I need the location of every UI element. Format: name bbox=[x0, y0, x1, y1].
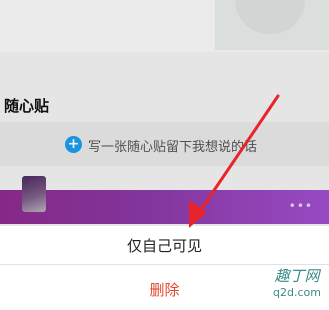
sheet-divider bbox=[0, 264, 329, 265]
watermark-brand: 趣丁网 bbox=[274, 267, 320, 285]
private-visibility-option[interactable]: 仅自己可见 bbox=[0, 226, 329, 264]
dim-overlay bbox=[0, 0, 329, 226]
watermark-logo: 趣丁网 q2d.com bbox=[268, 266, 326, 306]
watermark-url: q2d.com bbox=[273, 286, 321, 299]
